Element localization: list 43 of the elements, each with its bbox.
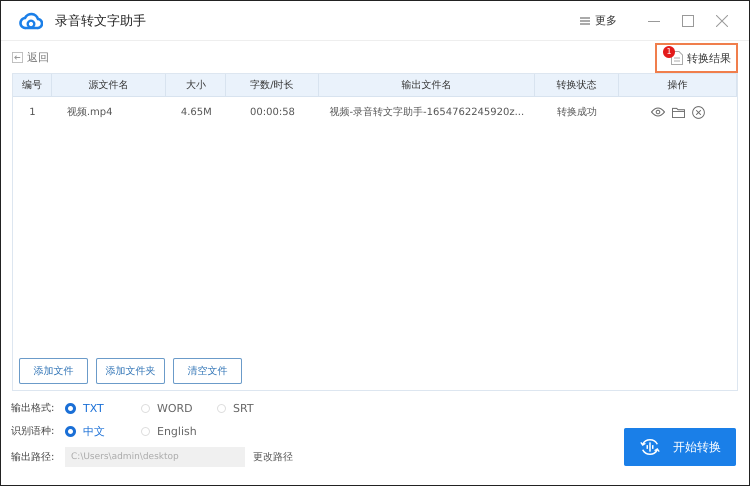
folder-icon[interactable] (672, 106, 686, 118)
back-button[interactable]: 返回 (12, 50, 49, 65)
table-cell-text: 1 (28, 106, 37, 120)
column-header: 字数/时长 (226, 74, 319, 96)
start-button[interactable]: 开始转换 (624, 428, 736, 466)
sound-wave-icon (639, 436, 661, 458)
window-title: 录音转文字助手 (55, 12, 146, 30)
file-button[interactable]: 添加文件 (19, 358, 88, 384)
radio-option[interactable]: TXT (65, 402, 141, 414)
file-button[interactable]: 添加文件夹 (96, 358, 165, 384)
menu-icon (580, 16, 590, 25)
more-menu-button[interactable]: 更多 (580, 13, 617, 28)
change-path-link[interactable]: 更改路径 (253, 450, 293, 464)
file-button[interactable]: 清空文件 (173, 358, 242, 384)
results-label: 转换结果 (687, 50, 731, 66)
option-label: 输出格式: (11, 402, 56, 415)
document-icon (671, 51, 683, 66)
table-cell-text: 转换成功 (556, 106, 598, 120)
close-icon[interactable] (716, 14, 728, 27)
radio-option[interactable]: English (141, 424, 217, 438)
column-header: 输出文件名 (318, 74, 535, 96)
conversion-results-button[interactable]: 1 转换结果 (655, 43, 738, 74)
cloud-logo-icon (19, 10, 43, 31)
column-header: 编号 (13, 74, 52, 96)
column-header: 操作 (619, 74, 737, 96)
radio-option[interactable]: SRT (217, 402, 293, 414)
delete-icon[interactable] (692, 106, 706, 119)
column-header: 大小 (166, 74, 226, 96)
eye-icon[interactable] (651, 107, 666, 118)
radio-icon[interactable] (65, 402, 76, 414)
column-header: 转换状态 (534, 74, 620, 96)
option-label: 输出路径: (11, 450, 56, 464)
radio-option[interactable]: WORD (141, 402, 217, 414)
radio-option[interactable]: 中文 (65, 424, 141, 438)
table-cell-text: 4.65M (180, 106, 213, 120)
table-cell-text: 00:00:58 (249, 106, 296, 120)
maximize-icon[interactable] (682, 14, 694, 27)
table-cell-text: 视频.mp4 (66, 106, 114, 120)
count-badge: 1 (663, 46, 675, 58)
option-label: 识别语种: (11, 424, 56, 438)
column-header: 源文件名 (52, 74, 166, 96)
table-cell-text: 视频-录音转文字助手-1654762245920z... (328, 106, 526, 120)
radio-icon[interactable] (65, 426, 76, 436)
